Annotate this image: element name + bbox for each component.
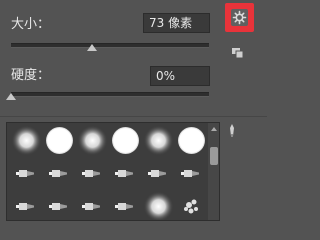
scroll-thumb[interactable] <box>210 147 218 165</box>
brush-preset-panel: 大小： 73 像素 硬度： 0% <box>0 0 267 221</box>
brush-tip-icon <box>115 203 133 210</box>
size-label: 大小： <box>11 17 51 32</box>
brush-tip-icon <box>16 170 34 177</box>
soft-round-icon <box>143 191 174 220</box>
brush-preset-hard-round[interactable] <box>43 124 76 157</box>
brush-preset-brush-tip[interactable] <box>76 190 109 220</box>
hard-round-icon <box>46 127 73 154</box>
brush-tip-icon <box>181 170 199 177</box>
hard-round-icon <box>178 127 205 154</box>
soft-round-icon <box>11 125 42 156</box>
brush-tip-icon <box>115 170 133 177</box>
hardness-input[interactable]: 0% <box>150 66 210 86</box>
brush-preset-brush-tip[interactable] <box>175 157 208 190</box>
brush-tip-icon <box>82 203 100 210</box>
new-preset-icon[interactable] <box>232 48 243 58</box>
brush-preset-brush-tip[interactable] <box>10 190 43 220</box>
soft-round-icon <box>143 125 174 156</box>
grid-scrollbar[interactable] <box>208 123 219 220</box>
brush-preset-grid <box>6 122 220 221</box>
hardness-slider-track[interactable] <box>11 92 209 97</box>
size-slider-track[interactable] <box>11 43 209 48</box>
brush-tip-icon <box>148 170 166 177</box>
hardness-label: 硬度： <box>11 68 51 83</box>
brush-preset-hard-round[interactable] <box>109 124 142 157</box>
size-input[interactable]: 73 像素 <box>143 13 210 33</box>
brush-preset-brush-tip[interactable] <box>76 157 109 190</box>
brush-panel-menu-icon[interactable] <box>226 123 238 137</box>
brush-preset-brush-tip[interactable] <box>109 190 142 220</box>
brush-tip-icon <box>49 170 67 177</box>
gear-icon[interactable] <box>231 9 248 26</box>
brush-preset-brush-tip[interactable] <box>43 190 76 220</box>
scatter-icon <box>184 199 198 214</box>
soft-round-icon <box>77 125 108 156</box>
divider <box>0 116 267 117</box>
brush-preset-brush-tip[interactable] <box>142 157 175 190</box>
size-slider-thumb[interactable] <box>87 44 98 51</box>
brush-preset-soft-round[interactable] <box>10 124 43 157</box>
brush-preset-soft-round[interactable] <box>142 124 175 157</box>
brush-preset-hard-round[interactable] <box>175 124 208 157</box>
brush-preset-soft-round[interactable] <box>76 124 109 157</box>
brush-preset-brush-tip[interactable] <box>43 157 76 190</box>
hardness-slider-thumb[interactable] <box>6 93 16 100</box>
gear-icon-svg <box>232 10 247 25</box>
hard-round-icon <box>112 127 139 154</box>
scroll-up-arrow-icon[interactable] <box>211 127 217 131</box>
brush-preset-soft-round[interactable] <box>142 190 175 220</box>
brush-tip-icon <box>16 203 34 210</box>
brush-tip-icon <box>49 203 67 210</box>
brush-tip-icon <box>82 170 100 177</box>
settings-highlight[interactable] <box>225 3 254 32</box>
brush-preset-brush-tip[interactable] <box>109 157 142 190</box>
brush-preset-scatter[interactable] <box>175 190 208 220</box>
brush-preset-brush-tip[interactable] <box>10 157 43 190</box>
